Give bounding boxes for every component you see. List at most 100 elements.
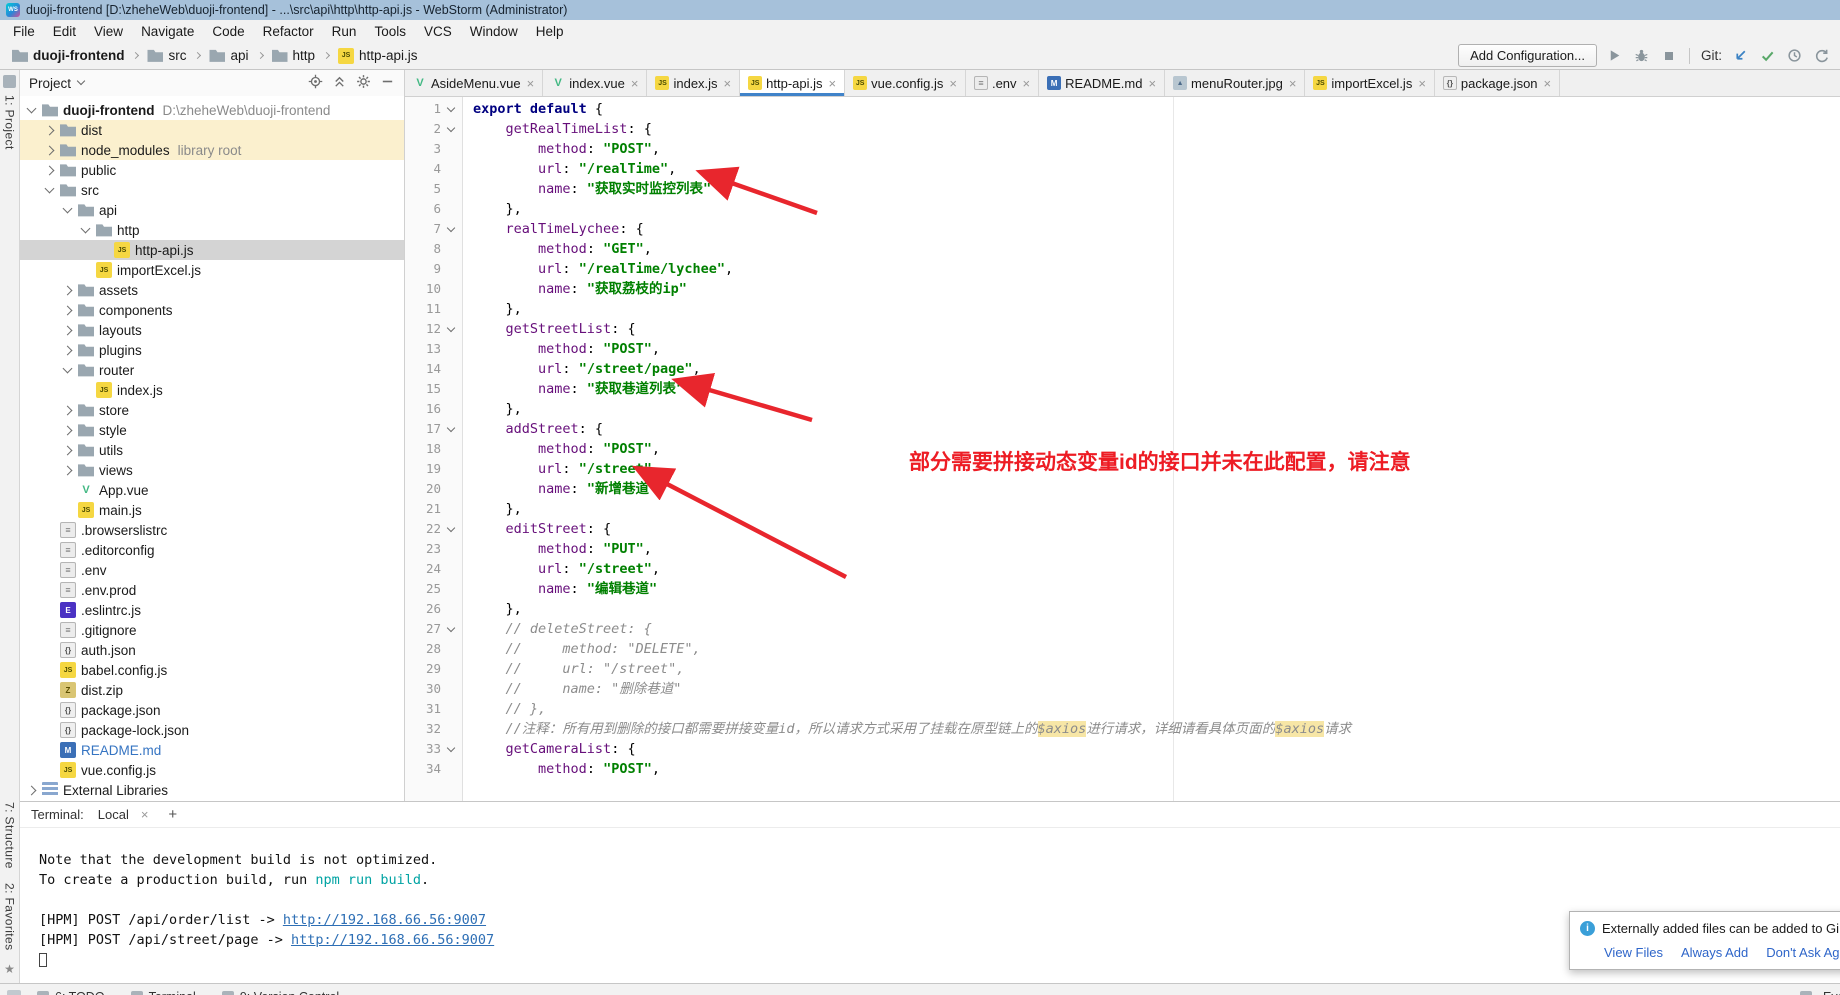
code-text[interactable]: name: "获取荔枝的ip": [463, 279, 687, 299]
tree-item-http-api-js[interactable]: http-api.js: [20, 240, 404, 260]
close-icon[interactable]: [1289, 77, 1297, 90]
status-todo-button[interactable]: 6: TODO: [37, 990, 105, 995]
code-text[interactable]: },: [463, 599, 522, 619]
tree-item-duoji-frontend[interactable]: duoji-frontendD:\zheheWeb\duoji-frontend: [20, 100, 404, 120]
favorites-star-icon[interactable]: [4, 962, 15, 976]
event-log-button[interactable]: Event Log: [1800, 990, 1840, 995]
notification-action-dont-ask-again[interactable]: Don't Ask Agai: [1766, 945, 1840, 960]
code-text[interactable]: url: "/realTime/lychee",: [463, 259, 733, 279]
code-text[interactable]: getCameraList: {: [463, 739, 636, 759]
code-text[interactable]: getStreetList: {: [463, 319, 636, 339]
tree-item-eslintrc-js[interactable]: .eslintrc.js: [20, 600, 404, 620]
tree-item-browserslistrc[interactable]: .browserslistrc: [20, 520, 404, 540]
chevron-right-icon[interactable]: [63, 305, 73, 315]
tree-item-assets[interactable]: assets: [20, 280, 404, 300]
tree-item-public[interactable]: public: [20, 160, 404, 180]
chevron-right-icon[interactable]: [45, 165, 55, 175]
code-text[interactable]: },: [463, 399, 522, 419]
tree-item-src[interactable]: src: [20, 180, 404, 200]
tab-index-js[interactable]: index.js: [647, 70, 740, 96]
menu-file[interactable]: File: [4, 22, 44, 41]
fold-toggle[interactable]: [445, 419, 463, 439]
chevron-down-icon[interactable]: [77, 77, 85, 85]
notification-action-view-files[interactable]: View Files: [1604, 945, 1663, 960]
fold-toggle[interactable]: [445, 119, 463, 139]
code-text[interactable]: // name: "删除巷道": [463, 679, 681, 699]
tree-item-app-vue[interactable]: App.vue: [20, 480, 404, 500]
tree-item-dist-zip[interactable]: dist.zip: [20, 680, 404, 700]
tree-item-style[interactable]: style: [20, 420, 404, 440]
tab-menurouter-jpg[interactable]: menuRouter.jpg: [1165, 70, 1305, 96]
tree-item-main-js[interactable]: main.js: [20, 500, 404, 520]
code-text[interactable]: addStreet: {: [463, 419, 603, 439]
run-button[interactable]: [1606, 47, 1624, 65]
chevron-right-icon[interactable]: [63, 285, 73, 295]
stop-button[interactable]: [1660, 47, 1678, 65]
code-text[interactable]: method: "POST",: [463, 339, 660, 359]
tree-item-http[interactable]: http: [20, 220, 404, 240]
chevron-down-icon[interactable]: [81, 224, 91, 234]
code-text[interactable]: url: "/street",: [463, 459, 660, 479]
code-text[interactable]: getRealTimeList: {: [463, 119, 652, 139]
hide-panel-icon[interactable]: [380, 74, 395, 92]
stripe-favorites-button[interactable]: 2: Favorites: [3, 883, 17, 951]
code-text[interactable]: export default {: [463, 99, 603, 119]
close-icon[interactable]: [1544, 77, 1552, 90]
tab-readme-md[interactable]: README.md: [1039, 70, 1165, 96]
code-text[interactable]: method: "GET",: [463, 239, 652, 259]
terminal-tab-local[interactable]: Local: [92, 805, 155, 824]
tree-item-editorconfig[interactable]: .editorconfig: [20, 540, 404, 560]
chevron-right-icon[interactable]: [45, 145, 55, 155]
menu-tools[interactable]: Tools: [365, 22, 415, 41]
terminal-link[interactable]: http://192.168.66.56:9007: [291, 932, 494, 948]
close-icon[interactable]: [141, 808, 149, 821]
menu-help[interactable]: Help: [527, 22, 573, 41]
tree-item-components[interactable]: components: [20, 300, 404, 320]
chevron-right-icon[interactable]: [27, 785, 37, 795]
tab-package-json[interactable]: package.json: [1435, 70, 1560, 96]
code-text[interactable]: },: [463, 299, 522, 319]
breadcrumb-api[interactable]: api: [207, 47, 250, 65]
code-text[interactable]: url: "/street/page",: [463, 359, 701, 379]
fold-toggle[interactable]: [445, 739, 463, 759]
close-icon[interactable]: [724, 77, 732, 90]
tree-item-store[interactable]: store: [20, 400, 404, 420]
tree-item-env[interactable]: .env: [20, 560, 404, 580]
code-text[interactable]: // url: "/street",: [463, 659, 684, 679]
tree-item-importexcel-js[interactable]: importExcel.js: [20, 260, 404, 280]
tab-http-api-js[interactable]: http-api.js: [740, 70, 845, 96]
status-terminal-button[interactable]: Terminal: [131, 990, 196, 995]
code-text[interactable]: //注释：所有用到删除的接口都需要拼接变量id，所以请求方式采用了挂载在原型链上…: [463, 719, 1351, 739]
tab-asidemenu-vue[interactable]: AsideMenu.vue: [405, 70, 543, 96]
tree-item-views[interactable]: views: [20, 460, 404, 480]
terminal-cursor[interactable]: [39, 953, 47, 967]
tree-item-vue-config-js[interactable]: vue.config.js: [20, 760, 404, 780]
chevron-right-icon[interactable]: [63, 345, 73, 355]
code-text[interactable]: url: "/realTime",: [463, 159, 676, 179]
collapse-all-icon[interactable]: [332, 74, 347, 92]
code-text[interactable]: name: "获取实时监控列表": [463, 179, 711, 199]
tree-item-readme-md[interactable]: README.md: [20, 740, 404, 760]
code-text[interactable]: // method: "DELETE",: [463, 639, 701, 659]
notification-action-always-add[interactable]: Always Add: [1681, 945, 1748, 960]
code-text[interactable]: name: "编辑巷道": [463, 579, 657, 599]
close-icon[interactable]: [527, 77, 535, 90]
code-text[interactable]: url: "/street",: [463, 559, 660, 579]
debug-bug-icon[interactable]: [1633, 47, 1651, 65]
tool-window-switcher-icon[interactable]: [7, 990, 21, 995]
breadcrumb-src[interactable]: src: [145, 47, 188, 65]
close-icon[interactable]: [631, 77, 639, 90]
code-text[interactable]: name: "获取巷道列表": [463, 379, 684, 399]
fold-toggle[interactable]: [445, 519, 463, 539]
chevron-right-icon[interactable]: [63, 325, 73, 335]
chevron-down-icon[interactable]: [63, 204, 73, 214]
tree-item-auth-json[interactable]: auth.json: [20, 640, 404, 660]
git-commit-check-icon[interactable]: [1758, 47, 1776, 65]
close-icon[interactable]: [1148, 77, 1156, 90]
fold-toggle[interactable]: [445, 219, 463, 239]
tree-item-node-modules[interactable]: node_moduleslibrary root: [20, 140, 404, 160]
history-clock-icon[interactable]: [1785, 47, 1803, 65]
new-terminal-session-button[interactable]: [162, 806, 183, 823]
code-text[interactable]: method: "POST",: [463, 139, 660, 159]
chevron-down-icon[interactable]: [45, 184, 55, 194]
